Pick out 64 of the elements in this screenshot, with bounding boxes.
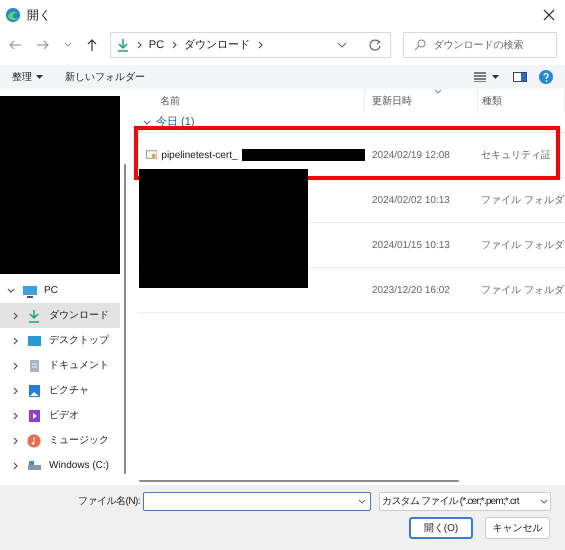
drive-icon [27,458,43,472]
chevron-icon [256,40,264,50]
nav-item[interactable]: Windows (C:) [0,453,120,478]
search-input[interactable]: ダウンロードの検索 [434,38,544,52]
nav-item[interactable]: PC [0,278,120,303]
caret-icon [540,498,548,504]
file-name-field[interactable] [143,492,372,511]
modified-date: 2023/12/20 16:02 [371,284,451,298]
scrollbar[interactable] [124,164,126,474]
new-folder-button[interactable]: 新しいフォルダー [65,70,145,84]
desktop-icon [27,334,43,348]
caret-icon [36,74,43,80]
column-header[interactable]: 更新日時 [365,89,478,113]
pc-icon [22,284,38,298]
browser-logo-icon [5,7,21,23]
help-icon[interactable] [539,70,553,84]
breadcrumb[interactable]: ダウンロード [184,36,250,54]
pictures-icon [27,384,43,398]
column-header[interactable]: 名前 [138,89,365,113]
nav-item[interactable]: ピクチャ [0,378,120,403]
forward-icon[interactable] [36,39,50,51]
music-icon [27,434,43,448]
download-icon [116,38,129,52]
file-name[interactable]: pipelinetest-cert_ [161,148,238,162]
window-title: 開く [27,7,51,24]
search-icon [414,39,426,51]
open-button[interactable]: 開く(O) [409,517,473,539]
caret-icon[interactable] [358,498,366,504]
column-header[interactable]: 種類 [478,89,565,113]
file-type: セキュリティ証 [480,148,551,162]
organize-button[interactable]: 整理 [12,70,43,84]
modified-date: 2024/01/15 10:13 [371,238,451,252]
field-label: ファイル名(N): [78,495,140,509]
chevron-down-icon[interactable] [142,118,152,128]
scrollbar[interactable] [139,480,459,482]
address-bar[interactable]: PC ダウンロード [110,32,391,58]
modified-date: 2024/02/19 12:08 [371,148,451,162]
nav-item[interactable]: ドキュメント [0,353,120,378]
certificate-icon [146,150,158,160]
modified-date: 2024/02/02 10:13 [371,194,451,208]
nav-item[interactable]: ダウンロード [0,303,120,328]
chevron-icon [170,40,178,50]
file-type: ファイル フォルダ [480,238,564,252]
file-type: ファイル フォルダ [480,194,564,208]
breadcrumb[interactable]: PC [148,36,164,54]
chevron-icon [134,40,143,50]
sort-caret-icon [434,89,442,94]
nav-item[interactable]: ミュージック [0,428,120,453]
back-icon[interactable] [8,39,22,51]
close-icon[interactable] [543,9,555,21]
view-list-icon[interactable] [474,72,486,82]
nav-item[interactable]: デスクトップ [0,328,120,353]
preview-pane-icon[interactable] [513,72,527,82]
file-type-dropdown[interactable]: カスタム ファイル (*.cer;*.pem;*.crt [379,492,552,511]
up-icon[interactable] [86,38,98,52]
videos-icon [27,408,43,422]
caret-icon[interactable] [492,74,499,80]
caret-icon[interactable] [336,41,347,49]
cancel-button[interactable]: キャンセル [485,517,550,539]
file-type: ファイル フォルダ [480,284,564,298]
search-field[interactable]: ダウンロードの検索 [402,32,558,58]
chevron-down-icon[interactable] [6,286,16,296]
nav-item[interactable]: ビデオ [0,403,120,428]
refresh-icon[interactable] [368,39,381,51]
